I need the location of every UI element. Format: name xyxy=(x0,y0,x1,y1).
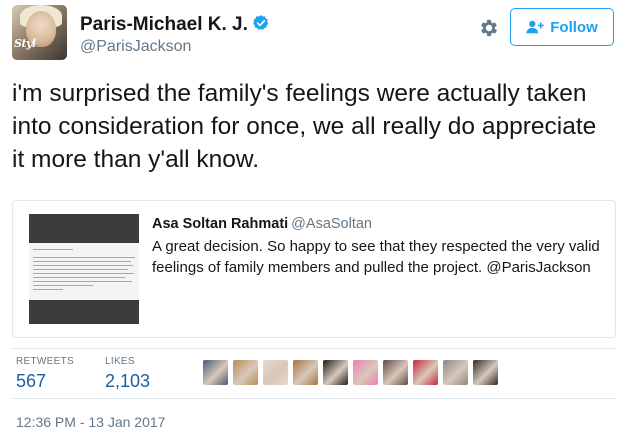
document-screenshot xyxy=(29,243,139,300)
liker-avatar[interactable] xyxy=(383,360,408,385)
retweets-label: RETWEETS xyxy=(16,356,74,367)
liker-avatar[interactable] xyxy=(413,360,438,385)
divider xyxy=(12,348,616,349)
tweet-text: i'm surprised the family's feelings were… xyxy=(12,80,597,173)
tweet-timestamp[interactable]: 12:36 PM - 13 Jan 2017 xyxy=(16,414,165,430)
retweets-count[interactable]: 567 xyxy=(16,371,46,392)
add-user-icon xyxy=(526,20,544,34)
liker-avatar[interactable] xyxy=(233,360,258,385)
liker-avatar[interactable] xyxy=(323,360,348,385)
liker-avatar[interactable] xyxy=(203,360,228,385)
author-avatar[interactable]: Styl xyxy=(12,5,67,60)
quoted-author-name[interactable]: Asa Soltan Rahmati xyxy=(152,216,288,232)
divider xyxy=(12,398,616,399)
quoted-tweet-text: A great decision. So happy to see that t… xyxy=(152,238,600,276)
quoted-tweet-image[interactable] xyxy=(29,214,139,324)
likes-label: LIKES xyxy=(105,356,135,367)
liker-avatar[interactable] xyxy=(473,360,498,385)
likes-count[interactable]: 2,103 xyxy=(105,371,150,392)
liker-avatar[interactable] xyxy=(293,360,318,385)
author-name-text[interactable]: Paris-Michael K. J. xyxy=(80,14,248,35)
quoted-author[interactable]: Asa Soltan Rahmati @AsaSoltan xyxy=(152,216,372,232)
liker-avatar[interactable] xyxy=(443,360,468,385)
author-name[interactable]: Paris-Michael K. J. xyxy=(80,14,270,36)
liker-avatar[interactable] xyxy=(353,360,378,385)
quoted-author-handle[interactable]: @AsaSoltan xyxy=(291,216,372,232)
gear-icon[interactable] xyxy=(478,17,500,39)
follow-button-label: Follow xyxy=(550,18,598,36)
author-handle[interactable]: @ParisJackson xyxy=(80,38,191,56)
verified-badge-icon xyxy=(253,15,269,30)
liker-avatar[interactable] xyxy=(263,360,288,385)
avatar-wordmark: Styl xyxy=(14,37,36,50)
liker-avatars xyxy=(203,360,498,385)
quoted-tweet[interactable]: Asa Soltan Rahmati @AsaSoltan A great dec… xyxy=(12,200,616,338)
follow-button[interactable]: Follow xyxy=(510,8,614,46)
